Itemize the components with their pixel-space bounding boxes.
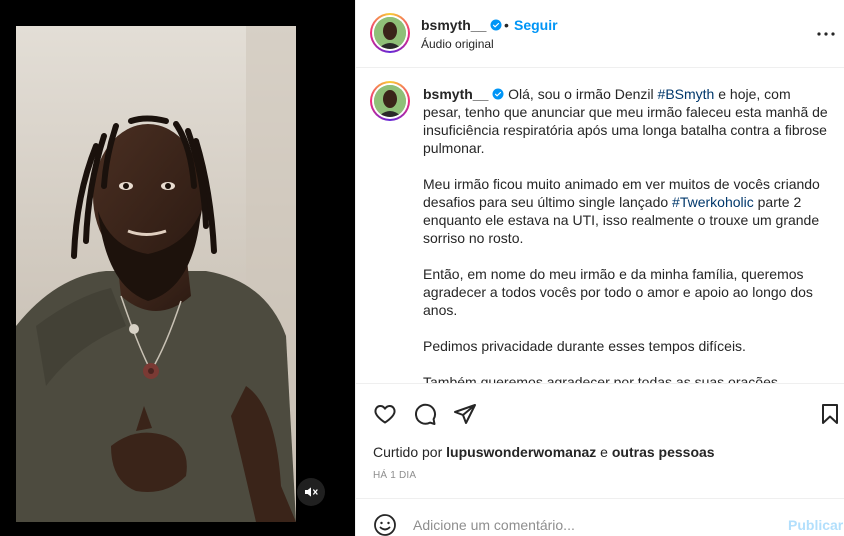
post-timestamp[interactable]: HÁ 1 DIA: [373, 470, 416, 481]
verified-badge-icon: [490, 19, 502, 31]
audio-label[interactable]: Áudio original: [421, 37, 494, 51]
bookmark-icon[interactable]: [818, 402, 842, 426]
verified-badge-icon: [492, 88, 504, 100]
caption-paragraph: Então, em nome do meu irmão e da minha f…: [423, 266, 813, 318]
avatar[interactable]: [370, 13, 410, 53]
avatar-image: [374, 17, 406, 49]
caption-paragraph: Meu irmão ficou muito animado em ver mui…: [423, 175, 828, 247]
heart-icon[interactable]: [373, 402, 397, 426]
caption-text: Olá, sou o irmão Denzil: [508, 86, 658, 102]
liked-by-user[interactable]: lupuswonderwomanaz: [446, 444, 596, 460]
more-horizontal-icon[interactable]: [814, 22, 838, 46]
action-bar: Curtido por lupuswonderwomanaz e outras …: [356, 383, 844, 498]
caption-username[interactable]: bsmyth__: [423, 86, 488, 102]
post-username[interactable]: bsmyth__: [421, 17, 502, 33]
caption-section: bsmyth__ Olá, sou o irmão Denzil #BSmyth…: [356, 68, 844, 383]
speaker-muted-icon: [305, 487, 318, 497]
caption-paragraph: bsmyth__ Olá, sou o irmão Denzil #BSmyth…: [423, 85, 828, 157]
video-frame: [16, 26, 296, 522]
avatar-image: [374, 85, 406, 117]
post-caption: bsmyth__ Olá, sou o irmão Denzil #BSmyth…: [423, 85, 828, 383]
likes-middle: e: [596, 444, 612, 460]
likes-others[interactable]: outras pessoas: [612, 444, 715, 460]
caption-paragraph: Também queremos agradecer por todas as s…: [423, 374, 782, 383]
comment-icon[interactable]: [413, 402, 437, 426]
hashtag-link[interactable]: #Twerkoholic: [672, 194, 754, 210]
emoji-smile-icon[interactable]: [373, 513, 397, 536]
likes-prefix: Curtido por: [373, 444, 447, 460]
caption-paragraph: Pedimos privacidade durante esses tempos…: [423, 338, 746, 354]
avatar[interactable]: [370, 81, 410, 121]
mute-button[interactable]: [297, 478, 325, 506]
likes-summary: Curtido por lupuswonderwomanaz e outras …: [373, 444, 715, 460]
post-panel: bsmyth__ • Seguir Áudio original bsmyth_…: [355, 0, 844, 536]
publish-button[interactable]: Publicar: [788, 517, 843, 533]
media-panel: [0, 0, 355, 536]
username-text[interactable]: bsmyth__: [421, 17, 486, 33]
hashtag-link[interactable]: #BSmyth: [658, 86, 715, 102]
post-header: bsmyth__ • Seguir Áudio original: [356, 0, 844, 68]
paper-plane-icon[interactable]: [453, 402, 477, 426]
separator-dot: •: [504, 17, 509, 33]
comment-input[interactable]: [413, 515, 773, 535]
video-player[interactable]: [16, 26, 296, 522]
follow-button[interactable]: Seguir: [514, 17, 558, 33]
comment-bar: Publicar: [356, 498, 844, 536]
